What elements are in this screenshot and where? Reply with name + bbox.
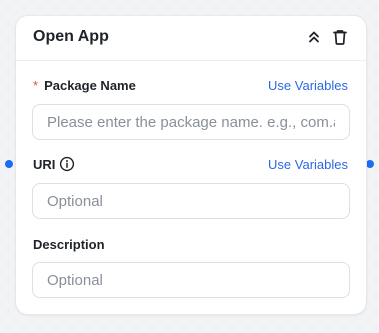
trash-icon[interactable] (331, 28, 349, 46)
right-connection-port[interactable] (366, 160, 374, 168)
node-title: Open App (33, 28, 109, 45)
description-label-text: Description (33, 237, 105, 252)
uri-input[interactable] (32, 183, 350, 219)
package-name-label: * Package Name (33, 78, 136, 93)
description-label: Description (33, 237, 105, 252)
uri-label-text: URI (33, 156, 56, 172)
package-name-label-text: Package Name (44, 78, 136, 93)
left-connection-port[interactable] (5, 160, 13, 168)
uri-use-variables-link[interactable]: Use Variables (268, 157, 348, 172)
info-circle-icon[interactable] (59, 156, 75, 172)
required-asterisk: * (33, 78, 39, 93)
package-name-input[interactable] (32, 104, 350, 140)
description-input[interactable] (32, 262, 350, 298)
uri-label: URI (33, 156, 75, 172)
chevrons-up-icon[interactable] (305, 28, 323, 46)
package-name-use-variables-link[interactable]: Use Variables (268, 78, 348, 93)
node-header: Open App (16, 16, 366, 61)
open-app-node-card: Open App * Package Name Use Variables UR… (15, 15, 367, 315)
